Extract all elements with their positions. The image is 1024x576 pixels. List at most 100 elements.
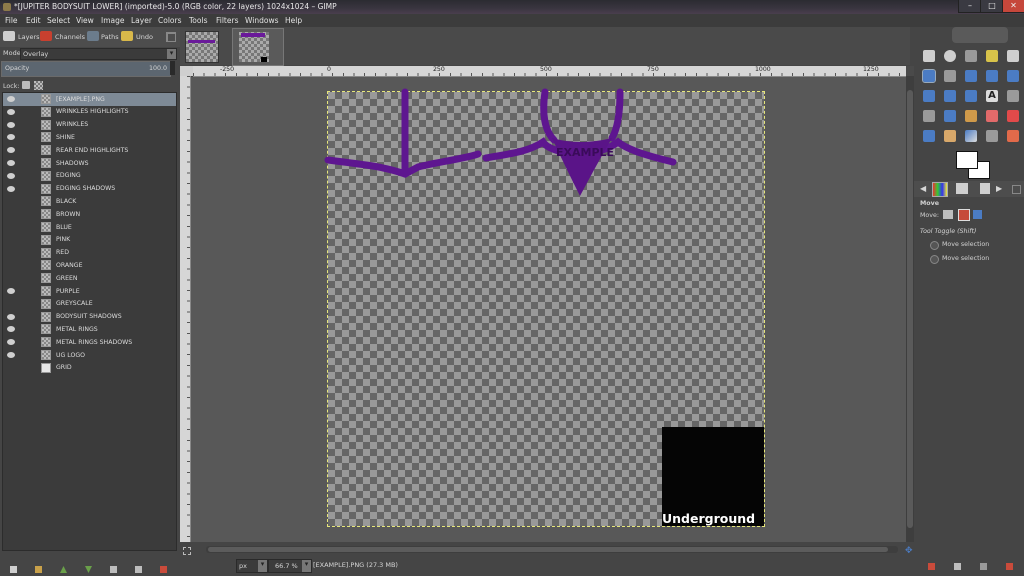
visibility-eye-icon[interactable]: [7, 288, 15, 294]
menu-filters[interactable]: Filters: [216, 16, 238, 25]
foreground-color-swatch[interactable]: [956, 151, 978, 169]
opacity-spin-buttons[interactable]: [170, 61, 175, 75]
new-layer-icon[interactable]: [10, 566, 17, 573]
layer-row[interactable]: BODYSUIT SHADOWS: [3, 311, 176, 324]
tool-options-tab-icon[interactable]: [932, 182, 948, 197]
delete-layer-icon[interactable]: [160, 566, 167, 573]
tab-scroll-left-icon[interactable]: ◀: [920, 184, 926, 193]
tab-scroll-right-icon[interactable]: ▶: [996, 184, 1002, 193]
menu-colors[interactable]: Colors: [158, 16, 182, 25]
visibility-eye-icon[interactable]: [7, 134, 15, 141]
visibility-eye-icon[interactable]: [7, 224, 15, 230]
smudge-icon[interactable]: [986, 130, 998, 142]
visibility-eye-icon[interactable]: [7, 198, 15, 204]
layer-row[interactable]: GRID: [3, 362, 176, 375]
close-button[interactable]: ✕: [1002, 0, 1024, 13]
crop-icon[interactable]: [944, 90, 956, 102]
horizontal-ruler[interactable]: -250 0 250 500 750 1000 1250: [193, 66, 906, 77]
save-options-icon[interactable]: [928, 563, 935, 570]
vertical-scroll-thumb[interactable]: [907, 90, 913, 528]
image-tab-active[interactable]: [232, 28, 284, 66]
scissors-icon[interactable]: [944, 70, 956, 82]
layer-row[interactable]: PINK: [3, 234, 176, 247]
layer-row[interactable]: METAL RINGS: [3, 323, 176, 336]
lock-alpha-icon[interactable]: [34, 81, 43, 90]
visibility-eye-icon[interactable]: [7, 211, 15, 217]
visibility-eye-icon[interactable]: [7, 121, 15, 128]
layer-row[interactable]: EDGING SHADOWS: [3, 183, 176, 196]
undo-history-tab-icon[interactable]: [980, 183, 990, 194]
color-picker-icon[interactable]: [1007, 70, 1019, 82]
move-tool-icon[interactable]: [922, 69, 936, 83]
eraser-icon[interactable]: [986, 110, 998, 122]
lower-layer-icon[interactable]: [85, 566, 92, 573]
layer-row[interactable]: METAL RINGS SHADOWS: [3, 336, 176, 349]
vertical-ruler[interactable]: [180, 76, 191, 542]
layer-row[interactable]: UG LOGO: [3, 349, 176, 362]
scale-icon[interactable]: [1007, 90, 1019, 102]
horizontal-scroll-thumb[interactable]: [208, 547, 888, 552]
visibility-eye-icon[interactable]: [7, 365, 15, 371]
move-selection-icon[interactable]: [958, 209, 970, 221]
layer-row[interactable]: WRINKLES: [3, 119, 176, 132]
move-layer-icon[interactable]: [943, 210, 953, 219]
layer-row[interactable]: GREYSCALE: [3, 298, 176, 311]
visibility-eye-icon[interactable]: [7, 108, 15, 115]
layer-row[interactable]: ORANGE: [3, 259, 176, 272]
image-tab-thumbnail[interactable]: [185, 31, 219, 63]
layers-list[interactable]: [EXAMPLE].PNG WRINKLES HIGHLIGHTS WRINKLES…: [2, 92, 177, 551]
layer-row[interactable]: REAR END HIGHLIGHTS: [3, 144, 176, 157]
visibility-eye-icon[interactable]: [7, 185, 15, 192]
visibility-eye-icon[interactable]: [7, 262, 15, 268]
layer-row[interactable]: PURPLE: [3, 285, 176, 298]
menu-view[interactable]: View: [76, 16, 94, 25]
layer-row[interactable]: EDGING: [3, 170, 176, 183]
text-tool-icon[interactable]: A: [986, 90, 998, 102]
visibility-eye-icon[interactable]: [7, 160, 15, 166]
duplicate-layer-icon[interactable]: [110, 566, 117, 573]
ellipse-select-icon[interactable]: [944, 50, 956, 62]
delete-options-icon[interactable]: [980, 563, 987, 570]
visibility-eye-icon[interactable]: [7, 237, 15, 243]
visibility-eye-icon[interactable]: [7, 326, 15, 333]
horizontal-scrollbar[interactable]: [206, 546, 898, 553]
visibility-eye-icon[interactable]: [7, 172, 15, 179]
visibility-eye-icon[interactable]: [7, 96, 15, 102]
heal-icon[interactable]: [1007, 130, 1019, 142]
visibility-eye-icon[interactable]: [7, 275, 15, 281]
shear-icon[interactable]: [923, 110, 935, 122]
menu-windows[interactable]: Windows: [245, 16, 278, 25]
unit-select[interactable]: px ▾: [236, 559, 268, 573]
zoom-select[interactable]: 66.7 % ▾: [268, 559, 312, 573]
raise-layer-icon[interactable]: [60, 566, 67, 573]
menu-help[interactable]: Help: [285, 16, 302, 25]
navigate-icon[interactable]: ✥: [905, 546, 913, 556]
menu-image[interactable]: Image: [101, 16, 125, 25]
new-group-icon[interactable]: [35, 566, 42, 573]
device-status-tab-icon[interactable]: [956, 183, 968, 194]
visibility-eye-icon[interactable]: [7, 339, 15, 346]
layer-row[interactable]: SHINE: [3, 131, 176, 144]
opacity-slider[interactable]: Opacity 100.0: [1, 61, 171, 77]
visibility-eye-icon[interactable]: [7, 352, 15, 358]
paths-tool-icon[interactable]: [986, 70, 998, 82]
layer-row[interactable]: SHADOWS: [3, 157, 176, 170]
mode-select[interactable]: Overlay ▾: [20, 48, 177, 60]
reset-options-icon[interactable]: [1006, 563, 1013, 570]
menu-layer[interactable]: Layer: [131, 16, 152, 25]
quick-mask-icon[interactable]: [183, 547, 191, 555]
perspective-icon[interactable]: [944, 110, 956, 122]
color-select-icon[interactable]: [1007, 50, 1019, 62]
visibility-eye-icon[interactable]: [7, 147, 15, 154]
layer-row[interactable]: [EXAMPLE].PNG: [3, 93, 176, 106]
layer-row[interactable]: BLACK: [3, 195, 176, 208]
lock-pixels-icon[interactable]: [22, 81, 30, 89]
navigate-toggle[interactable]: [906, 66, 914, 76]
blend-icon[interactable]: [965, 130, 977, 142]
foreground-select-icon[interactable]: [965, 70, 977, 82]
visibility-eye-icon[interactable]: [7, 313, 15, 320]
layer-row[interactable]: BLUE: [3, 221, 176, 234]
maximize-button[interactable]: □: [980, 0, 1004, 13]
minimize-button[interactable]: –: [958, 0, 982, 13]
rect-select-icon[interactable]: [923, 50, 935, 62]
